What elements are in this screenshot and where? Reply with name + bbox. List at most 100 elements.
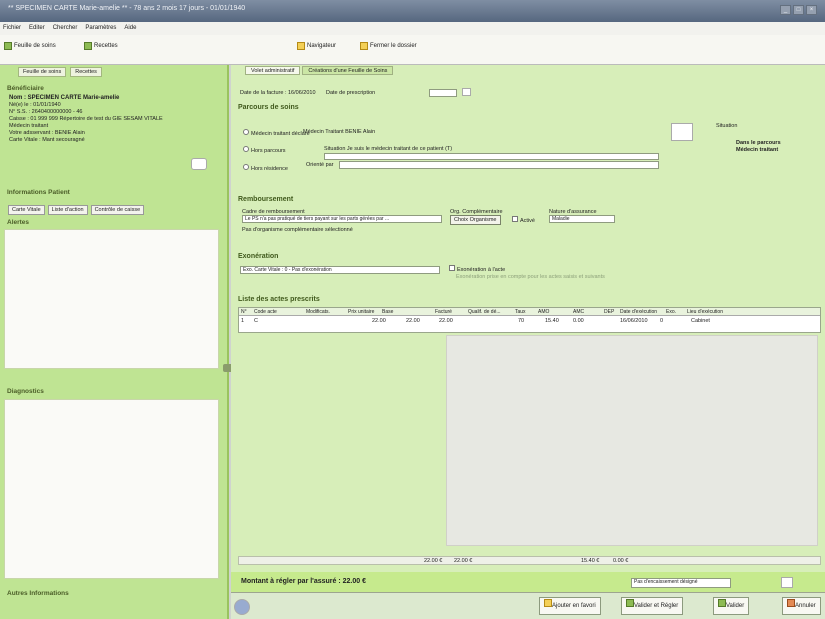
row-taux: 70 (518, 318, 525, 324)
valider-button[interactable]: Valider (713, 597, 750, 615)
exoneration-select[interactable]: Exo. Carte Vitale : 0 - Pas d'exonératio… (240, 266, 440, 274)
col-code: Code acte (254, 309, 277, 315)
situation-title: Situation (716, 123, 738, 129)
menu-editer[interactable]: Editer (29, 25, 45, 32)
row-amc: 0.00 (573, 318, 584, 324)
check-icon (718, 599, 726, 607)
exon-acte-checkbox[interactable]: Exonération à l'acte (449, 265, 505, 273)
activer-checkbox[interactable]: Activé (512, 216, 535, 224)
choix-organisme-button[interactable]: Choix Organisme (450, 215, 501, 225)
radio-medecin-traitant[interactable]: Médecin traitant déclaré (243, 129, 310, 137)
close-button[interactable]: × (806, 5, 817, 15)
radio-hors-residence[interactable]: Hors résidence (243, 164, 288, 172)
table-row[interactable]: 1 C 22.00 22.00 22.00 70 15.40 0.00 16/0… (239, 317, 820, 326)
date-prescription-label: Date de prescription (326, 90, 376, 96)
total-amo: 15.40 € (581, 558, 600, 564)
oriente-par-label: Orienté par (306, 162, 334, 168)
col-facture: Facturé (435, 309, 452, 315)
pas-org-note: Pas d'organisme complémentaire sélection… (242, 227, 353, 233)
radio-icon (243, 146, 249, 152)
alertes-heading: Alertes (7, 219, 30, 226)
col-amo: AMO (538, 309, 550, 315)
col-modif: Modificats. (306, 309, 330, 315)
menu-fichier[interactable]: Fichier (3, 25, 21, 32)
menu-parametres[interactable]: Paramètres (85, 25, 116, 32)
empty-table-area (446, 335, 818, 546)
toolbar: Feuille de soins Recettes Navigateur Fer… (0, 35, 825, 65)
ss-number: N° S.S. : 2640400000000 - 46 (9, 109, 83, 115)
ajouter-favori-button[interactable]: Ajouter en favori (539, 597, 601, 615)
menu-chercher[interactable]: Chercher (53, 25, 78, 32)
tb-navigateur-button[interactable]: Navigateur (297, 40, 336, 51)
tab-feuille-soins[interactable]: Feuille de soins (18, 67, 67, 77)
col-qualif: Qualif. de dé... (468, 309, 501, 315)
doctor-icon[interactable] (671, 123, 693, 141)
date-facture: Date de la facture : 16/06/2010 (240, 90, 316, 96)
alertes-box[interactable] (4, 229, 219, 369)
tab-liste-action[interactable]: Liste d'action (47, 205, 88, 215)
left-panel: Feuille de soins Recettes Bénéficiaire N… (0, 65, 233, 619)
tb-fermer-button[interactable]: Fermer le dossier (360, 40, 417, 51)
beneficiaire-info: Nom : SPECIMEN CARTE Marie-amelie Né(e) … (9, 95, 214, 144)
tab-recettes[interactable]: Recettes (70, 67, 102, 77)
row-prix: 22.00 (372, 318, 386, 324)
right-panel: Volet administratif Créations d'une Feui… (231, 65, 825, 619)
calendar-icon[interactable] (462, 88, 471, 96)
globe-icon[interactable] (234, 599, 250, 615)
exoneration-heading: Exonération (238, 253, 279, 260)
totals-bar: 22.00 € 22.00 € 15.40 € 0.00 € (238, 556, 821, 565)
row-base: 22.00 (406, 318, 420, 324)
col-amc: AMC (573, 309, 585, 315)
row-amo: 15.40 (545, 318, 559, 324)
caisse: Caisse : 01 999 999 Répertoire de test d… (9, 116, 163, 122)
card-icon (191, 158, 207, 170)
bottom-bar: Ajouter en favori Valider et Régler Vali… (231, 592, 825, 619)
situation-label: Situation Je suis le médecin traitant de… (324, 146, 453, 152)
window-title: ** SPECIMEN CARTE Marie-amelie ** - 78 a… (8, 5, 246, 12)
star-icon (544, 599, 552, 607)
tb-feuille-button[interactable]: Feuille de soins (4, 40, 56, 51)
maximize-button[interactable]: □ (793, 5, 804, 15)
menu-aide[interactable]: Aide (124, 25, 136, 32)
radio-icon (243, 164, 249, 170)
row-date: 16/06/2010 (620, 318, 648, 324)
total-amc: 0.00 € (613, 558, 629, 564)
col-exo: Exo. (666, 309, 677, 315)
situation-select[interactable] (324, 153, 659, 160)
encaissement-field[interactable]: Pas d'encaissement désigné (631, 578, 731, 588)
tab-carte-vitale[interactable]: Carte Vitale (8, 205, 45, 215)
tab-creation-feuille[interactable]: Créations d'une Feuille de Soins (302, 66, 394, 75)
row-n: 1 (241, 318, 245, 324)
date-prescription-input[interactable] (429, 89, 457, 97)
folder-close-icon (360, 41, 368, 50)
table-header: N° Code acte Modificats. Prix unitaire B… (239, 308, 820, 316)
montant-regler: Montant à régler par l'assuré : 22.00 € (241, 578, 366, 585)
tab-volet-admin[interactable]: Volet administratif (245, 66, 301, 75)
exon-note: Exonération prise en compte pour les act… (456, 274, 605, 280)
col-dep: DEP (604, 309, 615, 315)
row-facture: 22.00 (439, 318, 453, 324)
tab-controle-caisse[interactable]: Contrôle de caisse (90, 205, 145, 215)
oriente-par-input[interactable] (339, 161, 659, 169)
check-icon (626, 599, 634, 607)
right-tabs: Volet administratif Créations d'une Feui… (245, 66, 394, 75)
nature-select[interactable]: Maladie (549, 215, 615, 223)
diagnostics-box[interactable] (4, 399, 219, 579)
annuler-button[interactable]: Annuler (782, 597, 821, 615)
minimize-button[interactable]: _ (780, 5, 791, 15)
row-lieu: Cabinet (691, 318, 710, 324)
cash-icon[interactable] (781, 577, 793, 588)
medecin-traitant-name: Médecin Traitant BENIE Alain (303, 129, 376, 135)
tb-recettes-button[interactable]: Recettes (84, 40, 118, 51)
radio-hors-parcours[interactable]: Hors parcours (243, 146, 286, 154)
col-base: Base (382, 309, 394, 315)
cancel-icon (787, 599, 795, 607)
valider-regler-button[interactable]: Valider et Régler (621, 597, 684, 615)
patient-subtabs: Carte Vitale Liste d'action Contrôle de … (8, 205, 145, 215)
beneficiaire-heading: Bénéficiaire (7, 85, 44, 92)
carte-vitale-status: Carte Vitale : Mant secouragné (9, 137, 85, 143)
col-taux: Taux (515, 309, 526, 315)
row-code: C (254, 318, 258, 324)
document-icon (4, 41, 12, 50)
cadre-select[interactable]: Le PS n'a pas pratiqué de tiers payant s… (242, 215, 442, 223)
